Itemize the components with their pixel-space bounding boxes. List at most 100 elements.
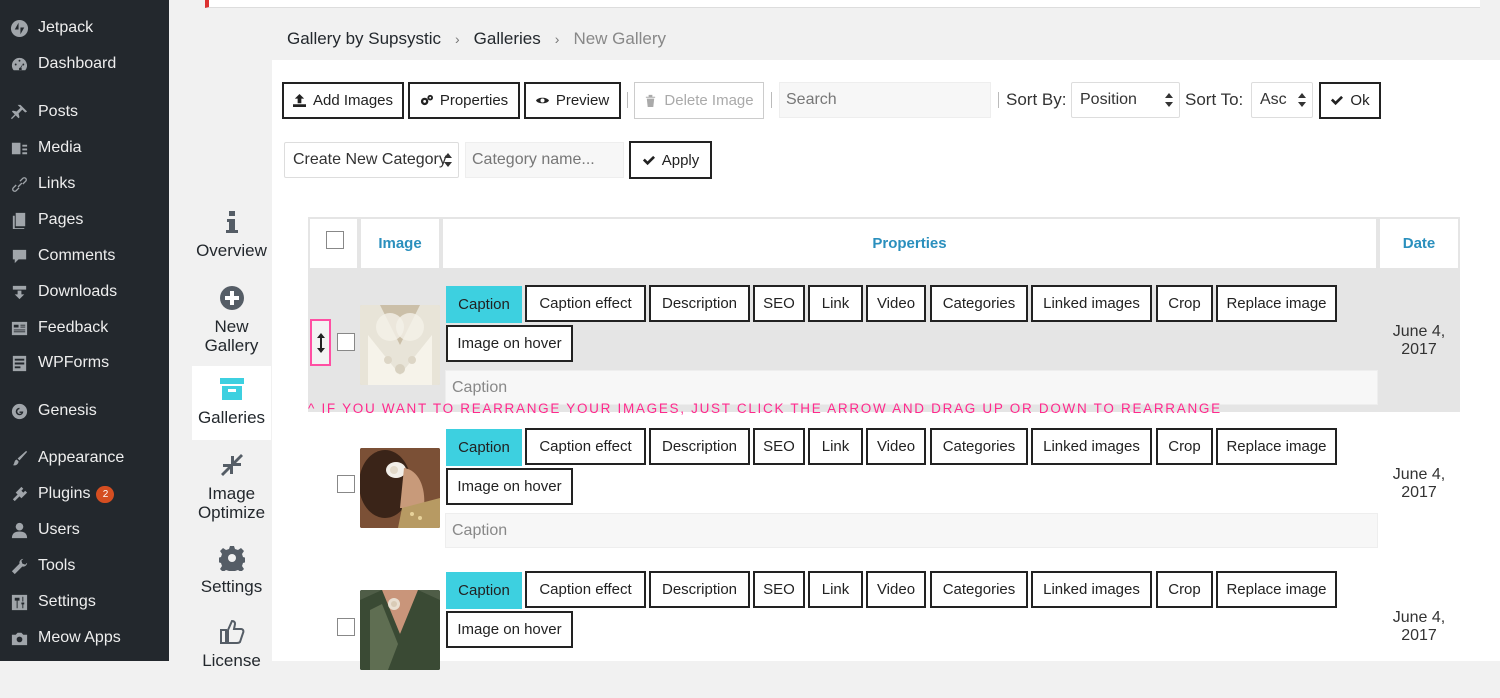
tab-seo[interactable]: SEO: [753, 428, 805, 465]
tab-image-on-hover[interactable]: Image on hover: [446, 468, 573, 505]
properties-column-header[interactable]: Properties: [441, 217, 1378, 270]
image-column-header[interactable]: Image: [359, 217, 441, 270]
sidebar-item-tools[interactable]: Tools: [0, 551, 169, 581]
tab-replace-image[interactable]: Replace image: [1216, 285, 1337, 322]
breadcrumb-galleries[interactable]: Galleries: [474, 29, 541, 49]
brush-icon: [9, 448, 29, 468]
tab-crop[interactable]: Crop: [1156, 571, 1213, 608]
breadcrumb-separator: ›: [554, 31, 560, 47]
tab-replace-image[interactable]: Replace image: [1216, 428, 1337, 465]
tab-description[interactable]: Description: [649, 285, 750, 322]
sidebar-item-appearance[interactable]: Appearance: [0, 443, 169, 473]
tab-link[interactable]: Link: [808, 285, 863, 322]
link-icon: [9, 174, 29, 194]
tab-caption-effect[interactable]: Caption effect: [525, 285, 646, 322]
sidebar-item-links[interactable]: Links: [0, 169, 169, 199]
sidebar-item-jetpack[interactable]: Jetpack: [0, 13, 169, 43]
select-all-checkbox[interactable]: [326, 231, 344, 249]
sidebar-item-meow-apps[interactable]: Meow Apps: [0, 623, 169, 653]
plugin-nav-galleries[interactable]: Galleries: [192, 366, 271, 440]
tab-image-on-hover[interactable]: Image on hover: [446, 325, 573, 362]
add-images-button[interactable]: Add Images: [282, 82, 404, 119]
plugin-nav-overview[interactable]: Overview: [192, 209, 271, 260]
plugin-nav-new-gallery[interactable]: New Gallery: [192, 285, 271, 355]
caption-field[interactable]: [445, 370, 1378, 405]
drag-handle[interactable]: [310, 319, 331, 366]
tab-caption-effect[interactable]: Caption effect: [525, 571, 646, 608]
search-input[interactable]: [779, 82, 991, 118]
apply-button[interactable]: Apply: [629, 141, 712, 179]
preview-button[interactable]: Preview: [524, 82, 621, 119]
sidebar-item-posts[interactable]: Posts: [0, 97, 169, 127]
archive-icon: [192, 376, 271, 402]
sidebar-item-feedback[interactable]: Feedback: [0, 313, 169, 343]
row-checkbox[interactable]: [337, 333, 355, 351]
breadcrumb-plugin[interactable]: Gallery by Supsystic: [287, 29, 441, 49]
sort-to-select[interactable]: Asc: [1251, 82, 1313, 118]
tab-seo[interactable]: SEO: [753, 285, 805, 322]
feedback-icon: [9, 318, 29, 338]
caption-field[interactable]: [445, 513, 1378, 548]
tab-crop[interactable]: Crop: [1156, 285, 1213, 322]
tab-linked-images[interactable]: Linked images: [1031, 285, 1152, 322]
pages-icon: [9, 210, 29, 230]
sidebar-item-comments[interactable]: Comments: [0, 241, 169, 271]
tab-caption[interactable]: Caption: [446, 572, 522, 609]
sidebar-item-users[interactable]: Users: [0, 515, 169, 545]
plugin-nav-license[interactable]: License: [192, 619, 271, 670]
trash-icon: [646, 94, 656, 107]
tab-categories[interactable]: Categories: [930, 285, 1028, 322]
sidebar-item-label: Genesis: [38, 402, 97, 419]
sidebar-item-media[interactable]: Media: [0, 133, 169, 163]
row-checkbox[interactable]: [337, 618, 355, 636]
sidebar-item-plugins[interactable]: Plugins 2: [0, 479, 169, 509]
row-checkbox[interactable]: [337, 475, 355, 493]
tab-link[interactable]: Link: [808, 428, 863, 465]
camera-icon: [9, 628, 29, 648]
category-name-input[interactable]: [465, 142, 624, 178]
date-line: June 4,: [1392, 466, 1446, 483]
image-thumbnail[interactable]: [360, 448, 440, 528]
vertical-arrows-icon: [316, 332, 325, 353]
image-thumbnail[interactable]: [360, 590, 440, 670]
tab-linked-images[interactable]: Linked images: [1031, 571, 1152, 608]
tab-seo[interactable]: SEO: [753, 571, 805, 608]
sidebar-item-dashboard[interactable]: Dashboard: [0, 49, 169, 79]
tab-caption[interactable]: Caption: [446, 286, 522, 323]
tab-categories[interactable]: Categories: [930, 571, 1028, 608]
date-cell: June 4, 2017: [1378, 323, 1460, 359]
sort-by-select[interactable]: Position: [1071, 82, 1180, 118]
sidebar-item-wpforms[interactable]: WPForms: [0, 348, 169, 378]
plugin-nav-settings[interactable]: Settings: [192, 545, 271, 596]
plugins-update-badge: 2: [96, 485, 115, 503]
image-thumbnail[interactable]: [360, 305, 440, 385]
tab-description[interactable]: Description: [649, 571, 750, 608]
sidebar-item-genesis[interactable]: Genesis: [0, 396, 169, 426]
tab-caption[interactable]: Caption: [446, 429, 522, 466]
tab-crop[interactable]: Crop: [1156, 428, 1213, 465]
date-column-header[interactable]: Date: [1378, 217, 1460, 270]
sidebar-item-label: Tools: [38, 557, 76, 574]
tab-video[interactable]: Video: [866, 428, 926, 465]
tab-image-on-hover[interactable]: Image on hover: [446, 611, 573, 648]
tab-description[interactable]: Description: [649, 428, 750, 465]
tab-caption-effect[interactable]: Caption effect: [525, 428, 646, 465]
sidebar-item-downloads[interactable]: Downloads: [0, 277, 169, 307]
tab-replace-image[interactable]: Replace image: [1216, 571, 1337, 608]
sidebar-item-label: Users: [38, 521, 80, 538]
tab-categories[interactable]: Categories: [930, 428, 1028, 465]
tab-linked-images[interactable]: Linked images: [1031, 428, 1152, 465]
sidebar-item-settings[interactable]: Settings: [0, 587, 169, 617]
category-select[interactable]: Create New Category: [284, 142, 459, 178]
tab-video[interactable]: Video: [866, 285, 926, 322]
tab-video[interactable]: Video: [866, 571, 926, 608]
apply-label: Apply: [661, 151, 700, 169]
ok-button[interactable]: Ok: [1319, 82, 1381, 119]
plugin-nav-image-optimize[interactable]: Image Optimize: [192, 452, 271, 522]
sidebar-item-pages[interactable]: Pages: [0, 205, 169, 235]
properties-button[interactable]: Properties: [408, 82, 520, 119]
sidebar-item-label: Media: [38, 139, 82, 156]
preview-label: Preview: [555, 92, 610, 109]
delete-image-button[interactable]: Delete Image: [634, 82, 764, 119]
tab-link[interactable]: Link: [808, 571, 863, 608]
